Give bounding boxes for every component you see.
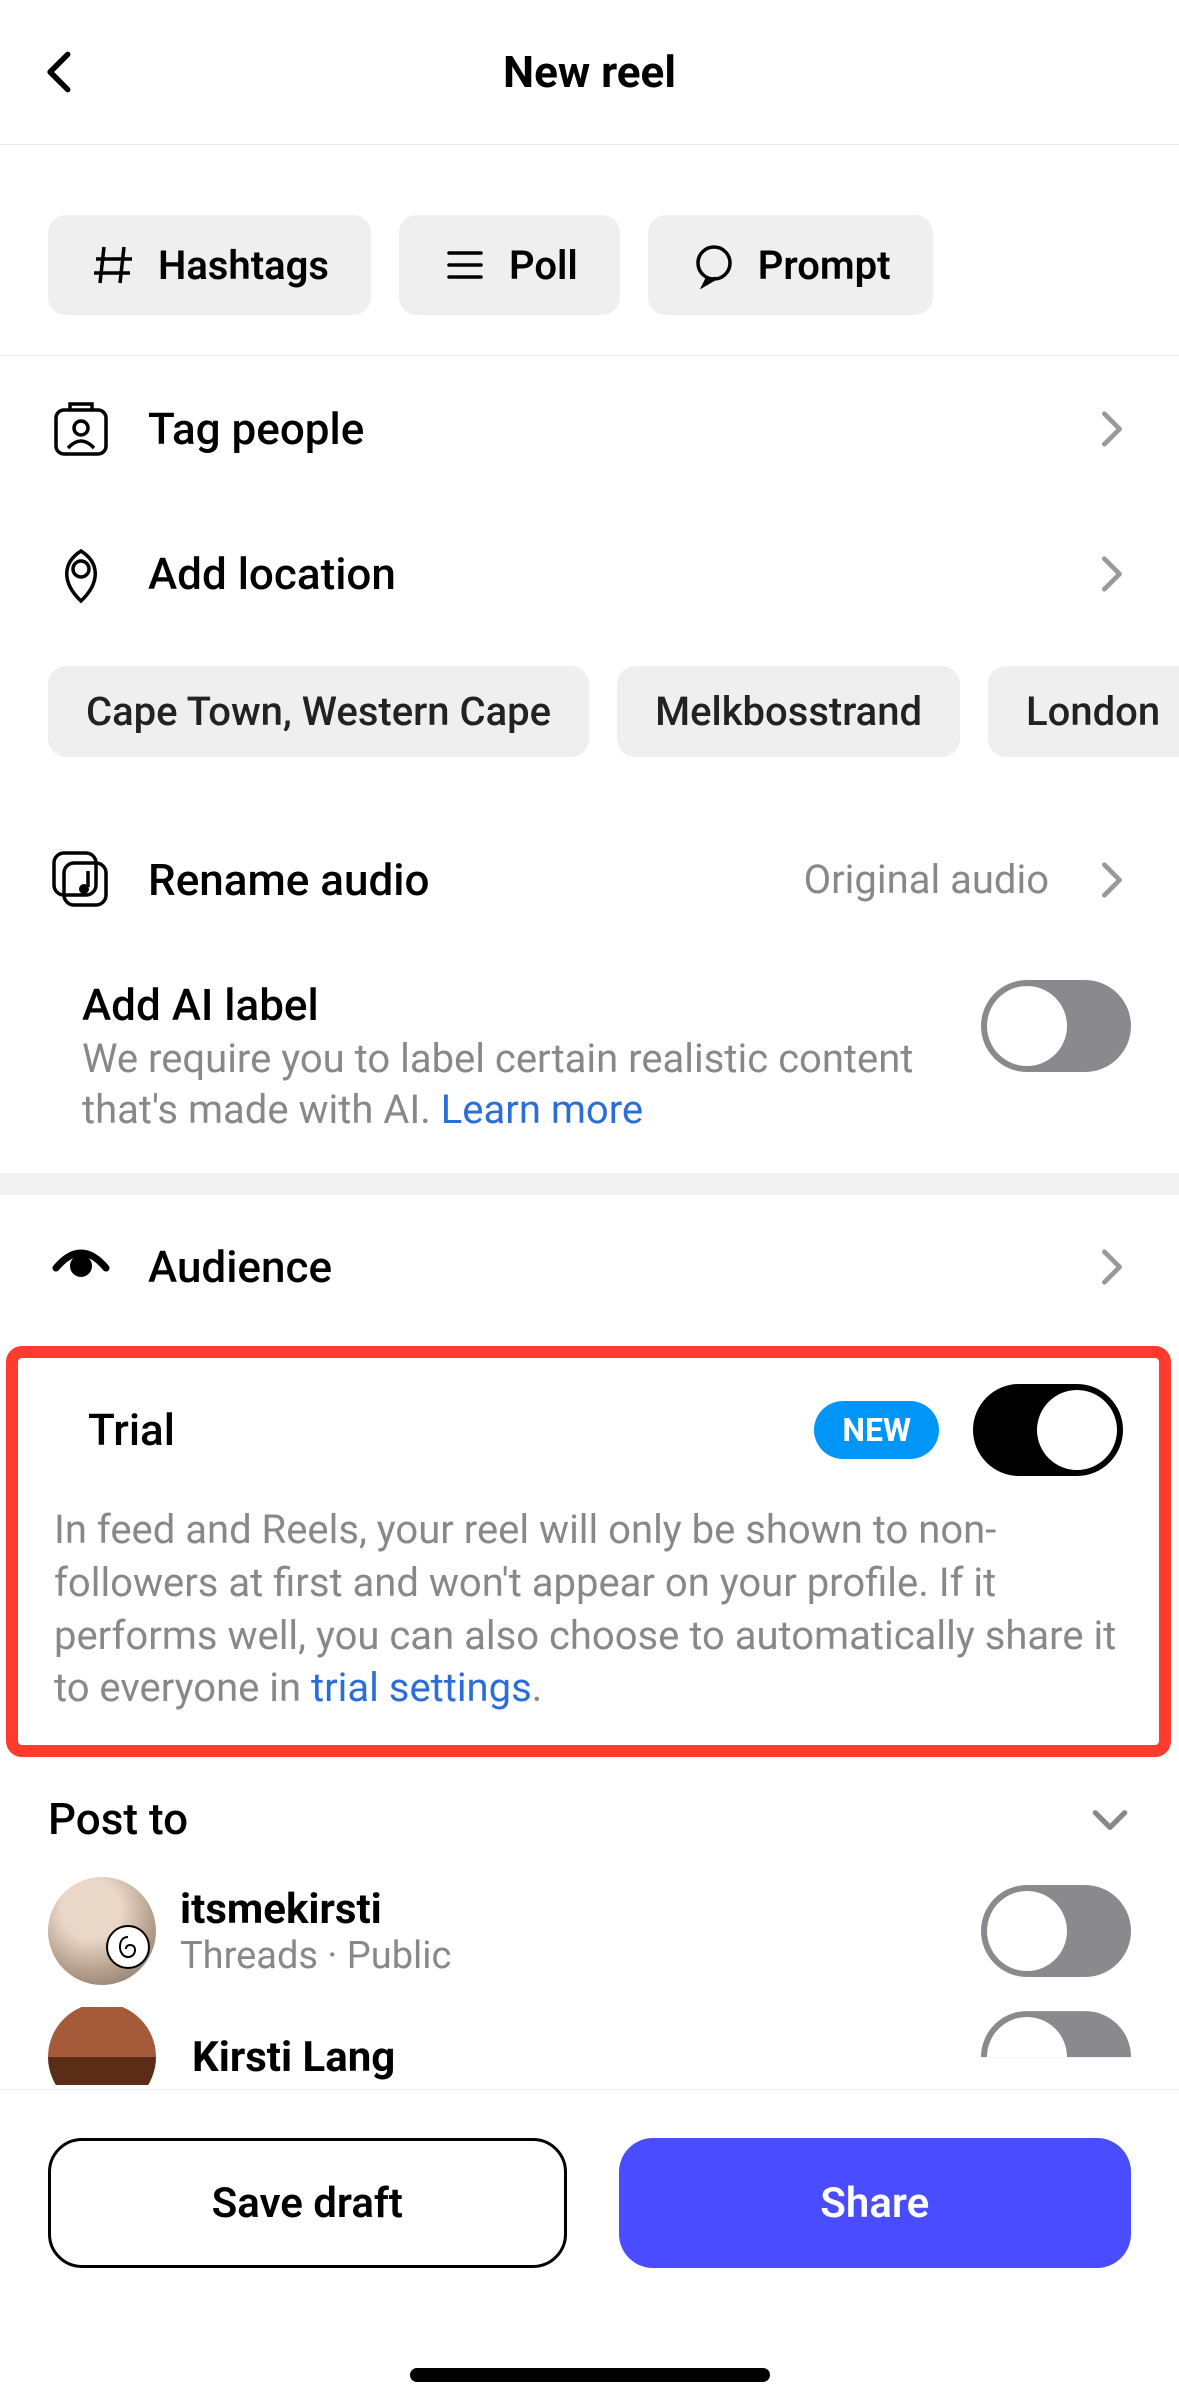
post-to-label: Post to xyxy=(48,1793,188,1845)
hashtag-icon xyxy=(90,241,138,289)
threads-badge-icon xyxy=(106,1925,150,1969)
location-pin-icon xyxy=(48,541,114,607)
chip-label: Poll xyxy=(509,242,578,289)
account-toggle[interactable] xyxy=(981,2011,1131,2085)
list-icon xyxy=(441,241,489,289)
account-name: Kirsti Lang xyxy=(192,2033,945,2082)
row-label: Audience xyxy=(148,1241,1059,1293)
account-row: Kirsti Lang xyxy=(0,2007,1179,2085)
section-divider xyxy=(0,1173,1179,1195)
chip-poll[interactable]: Poll xyxy=(399,215,620,315)
bottom-action-bar: Save draft Share xyxy=(0,2089,1179,2298)
row-label: Tag people xyxy=(148,403,1059,455)
location-chip[interactable]: Melkbosstrand xyxy=(617,666,960,757)
save-draft-button[interactable]: Save draft xyxy=(48,2138,567,2268)
ai-label-toggle[interactable] xyxy=(981,980,1131,1072)
post-to-header[interactable]: Post to xyxy=(0,1763,1179,1855)
header: New reel xyxy=(0,0,1179,145)
location-chip[interactable]: Cape Town, Western Cape xyxy=(48,666,589,757)
tag-people-icon xyxy=(48,396,114,462)
location-chip[interactable]: London xyxy=(988,666,1179,757)
row-ai-label: Add AI label We require you to label cer… xyxy=(0,952,1179,1173)
avatar xyxy=(48,2007,156,2085)
page-title: New reel xyxy=(0,46,1179,98)
row-label: Rename audio xyxy=(148,854,770,906)
share-button[interactable]: Share xyxy=(619,2138,1132,2268)
chevron-right-icon xyxy=(1093,555,1131,593)
account-name: itsmekirsti xyxy=(180,1885,945,1934)
audio-icon xyxy=(48,847,114,913)
chevron-right-icon xyxy=(1093,1248,1131,1286)
account-row: itsmekirsti Threads · Public xyxy=(0,1855,1179,2007)
trial-block-highlight: Trial NEW In feed and Reels, your reel w… xyxy=(6,1346,1171,1757)
trial-label: Trial xyxy=(88,1404,780,1456)
chip-label: Hashtags xyxy=(158,242,329,289)
chip-prompt[interactable]: Prompt xyxy=(648,215,933,315)
chevron-right-icon xyxy=(1093,861,1131,899)
row-rename-audio[interactable]: Rename audio Original audio xyxy=(0,807,1179,952)
trial-desc: In feed and Reels, your reel will only b… xyxy=(54,1504,1123,1715)
location-suggestions: Cape Town, Western Cape Melkbosstrand Lo… xyxy=(0,646,1179,807)
row-tag-people[interactable]: Tag people xyxy=(0,356,1179,501)
new-badge: NEW xyxy=(814,1401,939,1459)
eye-icon xyxy=(48,1234,114,1300)
row-value: Original audio xyxy=(804,856,1049,903)
trial-toggle[interactable] xyxy=(973,1384,1123,1476)
account-sub: Threads · Public xyxy=(180,1934,945,1978)
chat-icon xyxy=(690,241,738,289)
row-add-location[interactable]: Add location xyxy=(0,501,1179,646)
chevron-right-icon xyxy=(1093,410,1131,448)
chip-label: Prompt xyxy=(758,242,891,289)
ai-label-title: Add AI label xyxy=(82,980,947,1031)
home-indicator xyxy=(410,2368,770,2382)
learn-more-link[interactable]: Learn more xyxy=(441,1086,643,1133)
chevron-down-icon xyxy=(1089,1798,1131,1840)
chip-hashtags[interactable]: Hashtags xyxy=(48,215,371,315)
account-toggle[interactable] xyxy=(981,1885,1131,1977)
trial-settings-link[interactable]: trial settings xyxy=(311,1664,532,1711)
row-audience[interactable]: Audience xyxy=(0,1195,1179,1340)
ai-label-desc: We require you to label certain realisti… xyxy=(82,1033,947,1135)
chip-row: Hashtags Poll Prompt xyxy=(0,145,1179,356)
row-label: Add location xyxy=(148,548,1059,600)
